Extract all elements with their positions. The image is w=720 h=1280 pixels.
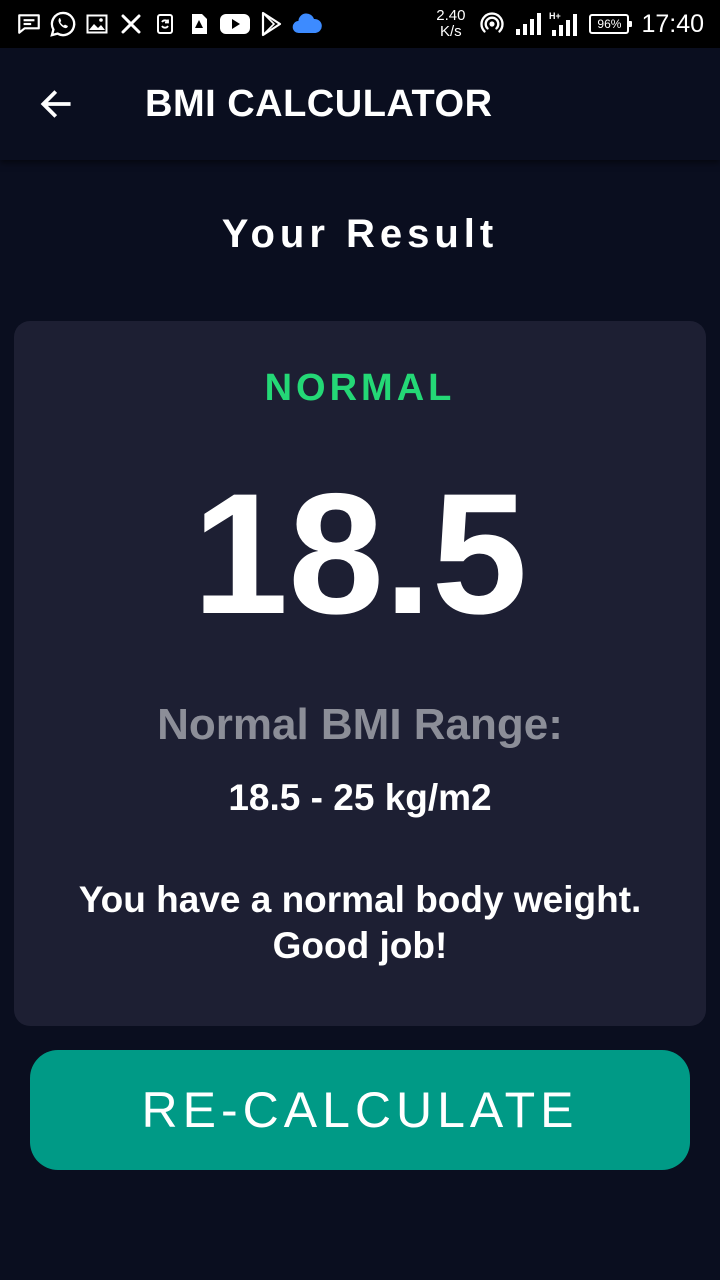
app-bar: BMI CALCULATOR bbox=[0, 48, 720, 160]
whatsapp-icon bbox=[48, 9, 78, 39]
bmi-value: 18.5 bbox=[192, 458, 528, 650]
app-title: BMI CALCULATOR bbox=[145, 83, 493, 125]
system-status: 2.40 K/s H+ 96% 17:40 bbox=[436, 6, 704, 42]
battery-icon: 96% bbox=[589, 14, 633, 34]
signal-icon bbox=[513, 9, 543, 39]
x-icon bbox=[116, 9, 146, 39]
bmi-interpretation: You have a normal body weight. Good job! bbox=[78, 879, 642, 966]
svg-text:H+: H+ bbox=[549, 11, 561, 21]
play-store-icon bbox=[256, 9, 286, 39]
sync-icon bbox=[150, 9, 180, 39]
signal-h-plus-icon: H+ bbox=[549, 9, 579, 39]
bmi-status-label: NORMAL bbox=[264, 367, 456, 409]
notification-icons bbox=[14, 8, 328, 40]
bmi-range-value: 18.5 - 25 kg/m2 bbox=[228, 777, 492, 818]
message-icon bbox=[14, 9, 44, 39]
result-heading: Your Result bbox=[221, 212, 499, 256]
network-speed-unit: K/s bbox=[439, 23, 462, 40]
youtube-icon bbox=[218, 9, 252, 39]
status-bar: 2.40 K/s H+ 96% 17:40 bbox=[0, 0, 720, 48]
back-button[interactable] bbox=[26, 74, 86, 134]
arrow-left-icon bbox=[40, 90, 71, 118]
network-speed-value: 2.40 bbox=[436, 7, 466, 24]
hotspot-icon bbox=[477, 9, 507, 39]
battery-level: 96% bbox=[597, 17, 622, 31]
sim-icon bbox=[184, 9, 214, 39]
bmi-range-label: Normal BMI Range: bbox=[157, 700, 563, 749]
result-card: NORMAL 18.5 Normal BMI Range: 18.5 - 25 … bbox=[14, 321, 706, 1026]
cloud-icon bbox=[290, 9, 324, 39]
clock: 17:40 bbox=[641, 9, 704, 38]
gallery-icon bbox=[82, 9, 112, 39]
network-speed: 2.40 K/s bbox=[436, 8, 465, 40]
recalculate-button[interactable]: RE-CALCULATE bbox=[30, 1050, 690, 1170]
